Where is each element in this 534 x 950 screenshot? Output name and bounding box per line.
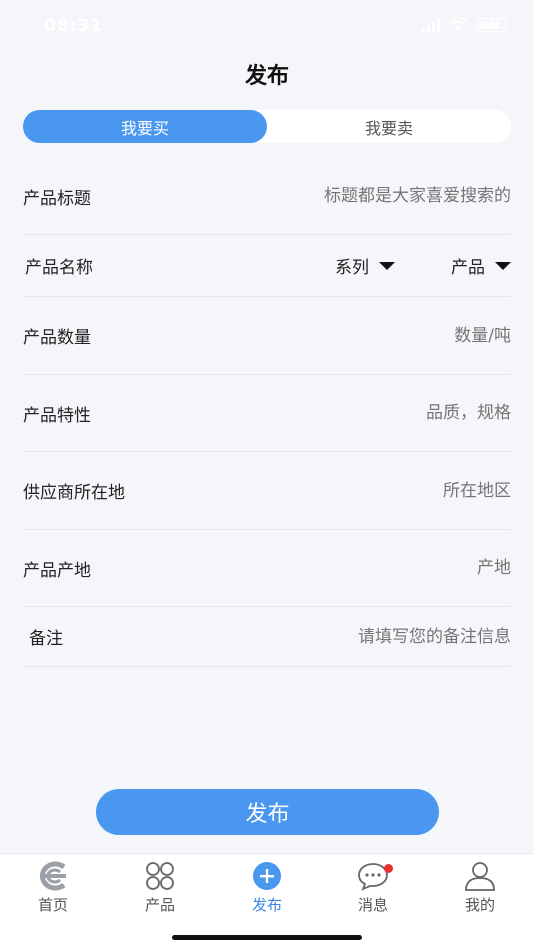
row-title: 产品标题 bbox=[23, 158, 511, 235]
row-feature: 产品特性 bbox=[23, 375, 511, 452]
row-remark: 备注 bbox=[23, 607, 511, 667]
quantity-input[interactable] bbox=[251, 325, 511, 346]
feature-label: 产品特性 bbox=[23, 405, 91, 426]
tab-mine[interactable]: 我的 bbox=[440, 860, 520, 915]
battery-icon: 99 bbox=[476, 18, 506, 32]
row-name: 产品名称 系列 产品 bbox=[23, 235, 511, 297]
name-dropdowns: 系列 产品 bbox=[335, 253, 511, 278]
grid-icon bbox=[142, 860, 178, 892]
caret-down-icon bbox=[495, 261, 511, 270]
feature-input[interactable] bbox=[251, 403, 511, 423]
product-dropdown-label: 产品 bbox=[451, 258, 485, 278]
user-icon bbox=[462, 860, 498, 892]
series-dropdown[interactable]: 系列 bbox=[335, 253, 395, 278]
origin-label: 产品产地 bbox=[23, 560, 91, 581]
supplier-input[interactable] bbox=[251, 480, 511, 501]
tab-mine-label: 我的 bbox=[464, 896, 495, 914]
tab-products-label: 产品 bbox=[144, 896, 175, 914]
chat-bubble-icon bbox=[355, 860, 393, 892]
supplier-label: 供应商所在地 bbox=[23, 483, 125, 503]
tab-messages-label: 消息 bbox=[357, 896, 388, 914]
tab-messages[interactable]: 消息 bbox=[333, 860, 413, 915]
battery-level: 99 bbox=[484, 18, 498, 28]
publish-button[interactable]: 发布 bbox=[96, 789, 439, 835]
origin-input[interactable] bbox=[251, 558, 511, 578]
tab-home[interactable]: 首页 bbox=[13, 860, 93, 915]
signal-icon bbox=[422, 18, 440, 32]
row-quantity: 产品数量 bbox=[23, 297, 511, 375]
plus-icon bbox=[249, 860, 285, 892]
home-logo-icon bbox=[35, 860, 71, 892]
tab-publish[interactable]: 发布 bbox=[227, 860, 307, 915]
title-input[interactable] bbox=[251, 186, 511, 206]
tab-buy[interactable]: 我要买 bbox=[23, 110, 267, 143]
tab-publish-label: 发布 bbox=[251, 896, 282, 914]
unread-badge bbox=[384, 864, 393, 873]
caret-down-icon bbox=[379, 261, 395, 270]
tab-sell[interactable]: 我要卖 bbox=[267, 110, 511, 143]
home-indicator bbox=[172, 935, 362, 940]
buy-sell-segment: 我要买 我要卖 bbox=[23, 110, 511, 143]
wifi-icon bbox=[448, 18, 468, 31]
series-dropdown-label: 系列 bbox=[335, 258, 369, 278]
page-title: 发布 bbox=[244, 64, 289, 89]
product-dropdown[interactable]: 产品 bbox=[451, 253, 511, 278]
name-label: 产品名称 bbox=[25, 258, 93, 278]
title-label: 产品标题 bbox=[23, 188, 91, 209]
status-bar: 08:31 99 bbox=[0, 0, 534, 54]
status-icons: 99 bbox=[422, 18, 506, 32]
publish-form: 产品标题 产品名称 系列 产品 产品数量 产品特性 供应商所在地 产品产地 备注 bbox=[23, 158, 511, 667]
tab-products[interactable]: 产品 bbox=[120, 860, 200, 915]
row-supplier: 供应商所在地 bbox=[23, 452, 511, 530]
tab-home-label: 首页 bbox=[37, 896, 68, 914]
status-time: 08:31 bbox=[44, 16, 104, 36]
row-origin: 产品产地 bbox=[23, 530, 511, 607]
quantity-label: 产品数量 bbox=[23, 328, 91, 348]
remark-label: 备注 bbox=[29, 629, 63, 649]
remark-input[interactable] bbox=[211, 626, 511, 647]
